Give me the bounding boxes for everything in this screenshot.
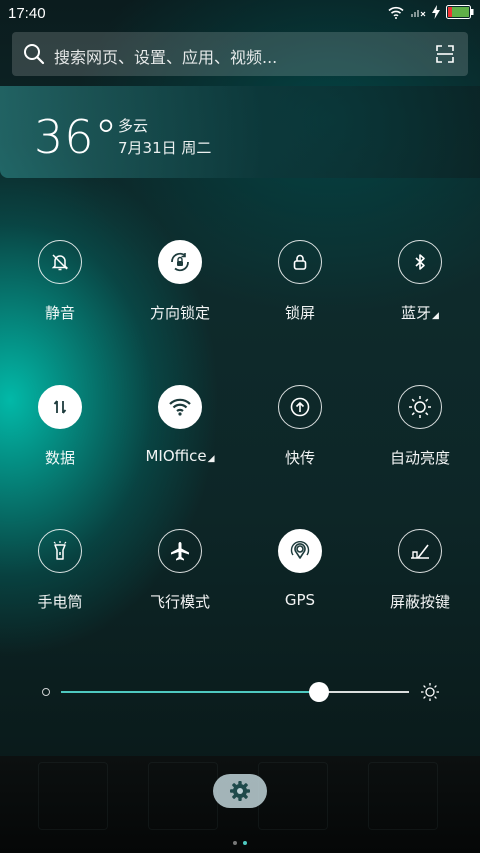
toggle-mobile-data[interactable]: 数据 (0, 385, 120, 495)
app-icon[interactable] (38, 762, 108, 830)
gps-icon (278, 529, 322, 573)
status-bar: 17:40 (0, 0, 480, 28)
toggle-label: 手电筒 (37, 593, 83, 611)
mobile-data-icon (38, 385, 82, 429)
status-time: 17:40 (8, 5, 46, 22)
toggle-wifi[interactable]: MIOffice◢ (120, 385, 240, 495)
toggle-auto-brightness[interactable]: 自动亮度 (360, 385, 480, 495)
toggle-rotation-lock[interactable]: 方向锁定 (120, 240, 240, 350)
flashlight-icon (38, 529, 82, 573)
toggle-label: GPS (284, 591, 316, 609)
toggle-label: 飞行模式 (149, 593, 210, 611)
lock-icon (278, 240, 322, 284)
toggle-label: 方向锁定 (149, 304, 210, 322)
toggle-label: 自动亮度 (389, 449, 450, 467)
toggle-label: 静音 (44, 304, 75, 322)
app-icon[interactable] (148, 762, 218, 830)
weather-condition: 多云 (118, 117, 149, 135)
toggle-label: 数据 (44, 449, 75, 467)
brightness-slider[interactable] (40, 680, 440, 704)
airplane-icon (158, 529, 202, 573)
auto-brightness-icon (398, 385, 442, 429)
expand-arrow-icon: ◢ (207, 454, 215, 464)
weather-temperature: 36° (34, 110, 119, 164)
brightness-low-icon (42, 688, 50, 696)
slider-thumb[interactable] (308, 682, 329, 702)
toggle-label: 屏蔽按键 (389, 593, 450, 611)
bluetooth-icon (398, 240, 442, 284)
brightness-high-icon (421, 683, 439, 701)
page-indicator-dot-active (243, 841, 247, 845)
gear-icon (230, 781, 250, 801)
toggle-flashlight[interactable]: 手电筒 (0, 529, 120, 639)
page-indicator-dot (233, 841, 237, 845)
charging-icon (432, 5, 440, 19)
toggle-label: 快传 (284, 449, 315, 467)
toggle-mute[interactable]: 静音 (0, 240, 120, 350)
app-icon[interactable] (368, 762, 438, 830)
toggle-label: 蓝牙◢ (401, 304, 439, 322)
toggle-block-keys[interactable]: 屏蔽按键 (360, 529, 480, 639)
block-keys-icon (398, 529, 442, 573)
wifi-status-icon (388, 6, 404, 19)
expand-arrow-icon: ◢ (432, 311, 439, 321)
toggle-label: 锁屏 (284, 304, 315, 322)
search-bar[interactable]: 搜索网页、设置、应用、视频... (12, 32, 468, 76)
quick-transfer-icon (278, 385, 322, 429)
weather-date: 7月31日 周二 (118, 139, 212, 157)
search-input[interactable]: 搜索网页、设置、应用、视频... (54, 44, 277, 68)
signal-none-icon (411, 10, 426, 17)
scan-icon[interactable] (436, 45, 454, 63)
toggle-airplane-mode[interactable]: 飞行模式 (120, 529, 240, 639)
status-icons (388, 5, 474, 19)
mute-bell-icon (38, 240, 82, 284)
toggle-label: MIOffice◢ (145, 447, 215, 465)
wifi-icon (158, 385, 202, 429)
search-icon (24, 44, 45, 65)
toggle-lock-screen[interactable]: 锁屏 (240, 240, 360, 350)
toggle-gps[interactable]: GPS (240, 529, 360, 639)
app-icon[interactable] (258, 762, 328, 830)
rotation-lock-icon (158, 240, 202, 284)
battery-icon (446, 5, 474, 19)
settings-button[interactable] (213, 774, 267, 808)
slider-fill (61, 691, 319, 693)
toggle-bluetooth[interactable]: 蓝牙◢ (360, 240, 480, 350)
toggle-quick-transfer[interactable]: 快传 (240, 385, 360, 495)
